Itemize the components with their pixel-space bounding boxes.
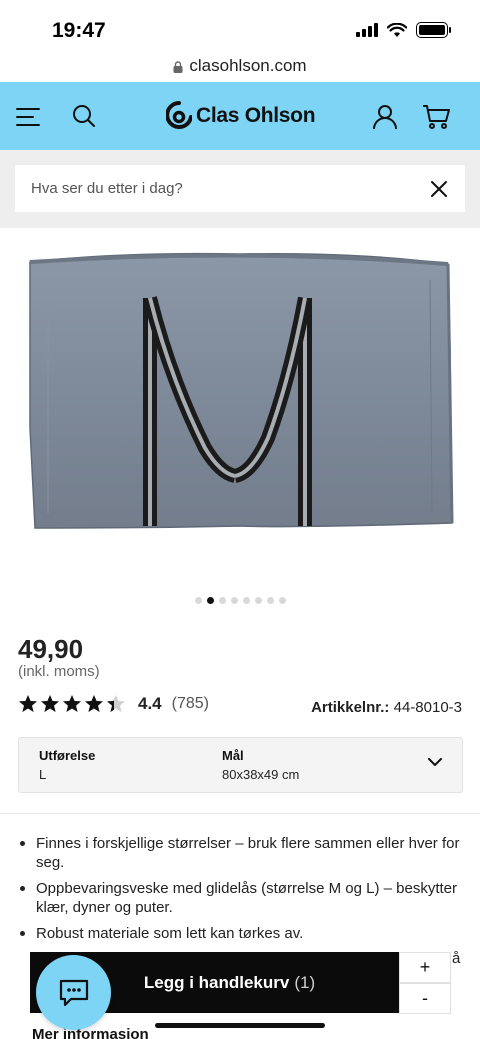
rating-count: (785) bbox=[171, 695, 209, 712]
search-section bbox=[0, 150, 480, 228]
article-value: 44-8010-3 bbox=[393, 699, 462, 716]
divider bbox=[0, 813, 480, 814]
search-input[interactable] bbox=[15, 165, 465, 212]
cart-quantity: (1) bbox=[294, 972, 316, 992]
battery-icon bbox=[416, 22, 451, 38]
site-header: Clas Ohlson bbox=[0, 82, 480, 150]
variant-label-size: Mål bbox=[222, 748, 244, 763]
variant-value-size: 80x38x49 cm bbox=[222, 767, 300, 782]
user-icon[interactable] bbox=[372, 104, 398, 130]
star-icon bbox=[41, 695, 59, 712]
gallery-dot[interactable] bbox=[254, 597, 262, 604]
feature-list: Finnes i forskjellige størrelser – bruk … bbox=[18, 834, 463, 950]
rating-stars bbox=[18, 694, 126, 714]
rating-value: 4.4 bbox=[138, 694, 162, 713]
quantity-minus-button[interactable]: - bbox=[399, 983, 451, 1014]
gallery-dot[interactable] bbox=[218, 597, 226, 604]
variant-value-finish: L bbox=[39, 767, 47, 782]
product-image[interactable] bbox=[0, 228, 480, 583]
chat-icon bbox=[59, 979, 88, 1006]
status-bar: 19:47 bbox=[0, 0, 480, 50]
close-icon[interactable] bbox=[430, 180, 448, 198]
quantity-plus-button[interactable]: + bbox=[399, 952, 451, 983]
article-number: Artikkelnr.: 44-8010-3 bbox=[311, 699, 462, 716]
gallery-dot[interactable] bbox=[194, 597, 202, 604]
signal-icon bbox=[356, 23, 378, 37]
star-icon bbox=[85, 695, 103, 712]
feature-item: Robust materiale som lett kan tørkes av. bbox=[18, 924, 463, 943]
gallery-dot[interactable] bbox=[242, 597, 250, 604]
lock-icon bbox=[173, 61, 183, 73]
wifi-icon bbox=[387, 22, 407, 37]
article-label: Artikkelnr.: bbox=[311, 699, 390, 716]
home-indicator bbox=[155, 1023, 325, 1028]
variant-finish: Utførelse L bbox=[39, 748, 95, 782]
star-icon bbox=[19, 695, 37, 712]
star-icon bbox=[63, 695, 81, 712]
status-time: 19:47 bbox=[52, 19, 106, 42]
variant-selector[interactable]: Utførelse L Mål 80x38x49 cm bbox=[18, 737, 463, 793]
chevron-down-icon[interactable] bbox=[428, 758, 442, 767]
chat-button[interactable] bbox=[36, 955, 111, 1030]
url-bar[interactable]: clasohlson.com bbox=[0, 50, 480, 82]
rating[interactable]: 4.4 (785) bbox=[18, 694, 209, 714]
product-price: 49,90 bbox=[18, 634, 84, 664]
cart-icon[interactable] bbox=[422, 104, 450, 130]
variant-size: Mål 80x38x49 cm bbox=[222, 748, 299, 782]
brand-name: Clas Ohlson bbox=[196, 104, 316, 127]
menu-icon[interactable] bbox=[16, 108, 40, 126]
gallery-dots bbox=[0, 597, 480, 604]
brand-logo[interactable]: Clas Ohlson bbox=[166, 100, 316, 132]
gallery-dot[interactable] bbox=[266, 597, 274, 604]
search-icon[interactable] bbox=[72, 104, 96, 128]
status-icons bbox=[356, 22, 451, 38]
star-icon bbox=[107, 695, 125, 712]
price-note: (inkl. moms) bbox=[18, 663, 100, 680]
logo-mark-icon bbox=[166, 101, 192, 129]
add-to-cart-label: Legg i handlekurv bbox=[143, 972, 290, 992]
variant-label-finish: Utførelse bbox=[39, 748, 96, 763]
gallery-dot[interactable] bbox=[278, 597, 286, 604]
partial-text: å bbox=[452, 950, 461, 967]
gallery-dot[interactable] bbox=[230, 597, 238, 604]
gallery-dot[interactable] bbox=[206, 597, 214, 604]
feature-item: Finnes i forskjellige størrelser – bruk … bbox=[18, 834, 463, 872]
feature-item: Oppbevaringsveske med glidelås (størrels… bbox=[18, 879, 463, 917]
more-info-link[interactable]: Mer informasjon bbox=[32, 1026, 149, 1039]
url-text: clasohlson.com bbox=[189, 56, 307, 75]
